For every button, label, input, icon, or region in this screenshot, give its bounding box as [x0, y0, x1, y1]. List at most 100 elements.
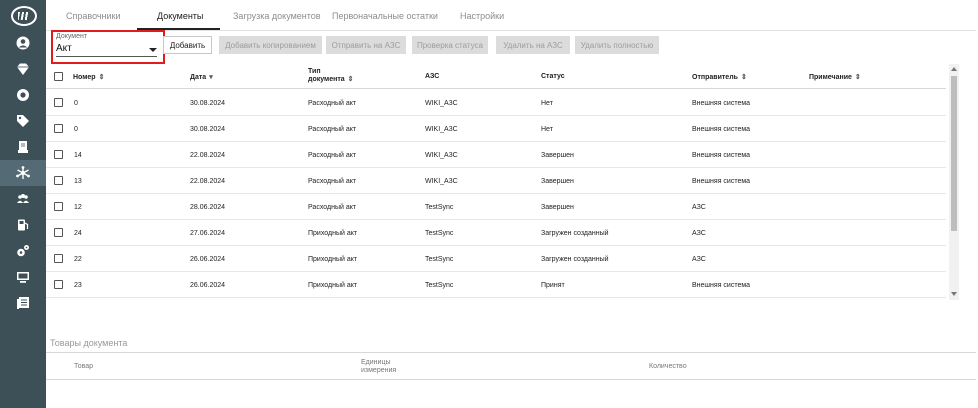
tag-icon[interactable]	[0, 108, 46, 134]
cell-date: 26.06.2024	[190, 256, 226, 263]
column-header-date[interactable]: Дата ▾	[190, 73, 213, 81]
row-checkbox[interactable]	[54, 228, 63, 237]
cell-status: Загружен созданный	[541, 256, 609, 263]
row-checkbox[interactable]	[54, 124, 63, 133]
printer-icon[interactable]	[0, 134, 46, 160]
cell-number: 12	[74, 204, 82, 211]
cell-azs: WIKI_A3C	[425, 178, 458, 185]
goods-column-unit: Единицы измерения	[361, 359, 397, 374]
check-status-button[interactable]: Проверка статуса	[412, 36, 488, 54]
cell-azs: TestSync	[425, 230, 454, 237]
cell-doc-type: Расходный акт	[308, 152, 357, 159]
sort-icon[interactable]: ⇕	[741, 74, 747, 81]
table-row[interactable]: 13 22.08.2024 Расходный акт WIKI_A3C Зав…	[46, 168, 946, 194]
table-row[interactable]: 0 30.08.2024 Расходный акт WIKI_A3C Нет …	[46, 90, 946, 116]
column-header-note[interactable]: Примечание ⇕	[809, 73, 861, 81]
cell-status: Завершен	[541, 152, 574, 159]
table-row[interactable]: 12 28.06.2024 Расходный акт TestSync Зав…	[46, 194, 946, 220]
tab-document-upload[interactable]: Загрузка документов	[233, 11, 321, 21]
row-checkbox[interactable]	[54, 176, 63, 185]
cell-doc-type: Расходный акт	[308, 178, 357, 185]
goods-table-header: Товар Единицы измерения Количество	[46, 352, 976, 380]
add-button[interactable]: Добавить	[163, 36, 212, 54]
column-header-doc-type[interactable]: Тип документа ⇕	[308, 68, 354, 84]
cell-status: Принят	[541, 282, 565, 289]
select-all-checkbox[interactable]	[54, 72, 63, 81]
documents-icon[interactable]	[0, 290, 46, 316]
row-checkbox[interactable]	[54, 280, 63, 289]
document-type-select[interactable]: Документ Акт	[51, 30, 165, 64]
delete-on-azs-button[interactable]: Удалить на АЗС	[496, 36, 570, 54]
cell-sender: Внешняя система	[692, 126, 751, 133]
cell-date: 30.08.2024	[190, 126, 226, 133]
goods-section-title: Товары документа	[50, 338, 128, 348]
cell-doc-type: Приходный акт	[308, 256, 358, 263]
user-circle-icon[interactable]	[0, 30, 46, 56]
table-row[interactable]: 22 26.06.2024 Приходный акт TestSync Заг…	[46, 246, 946, 272]
scroll-down-icon[interactable]	[951, 292, 957, 296]
row-checkbox[interactable]	[54, 150, 63, 159]
cell-doc-type: Приходный акт	[308, 230, 358, 237]
scroll-up-icon[interactable]	[951, 67, 957, 71]
table-row[interactable]: 14 22.08.2024 Расходный акт WIKI_A3C Зав…	[46, 142, 946, 168]
select-underline	[56, 56, 157, 57]
diamond-icon[interactable]	[0, 56, 46, 82]
tab-settings[interactable]: Настройки	[460, 11, 504, 21]
column-header-number[interactable]: Номер ⇕	[73, 73, 104, 81]
table-row[interactable]: 24 27.06.2024 Приходный акт TestSync Заг…	[46, 220, 946, 246]
cell-date: 22.08.2024	[190, 152, 226, 159]
tab-reference-books[interactable]: Справочники	[66, 11, 121, 21]
column-header-azs: АЗС	[425, 73, 440, 80]
cell-sender: Внешняя система	[692, 100, 751, 107]
row-checkbox[interactable]	[54, 98, 63, 107]
logo-icon[interactable]	[11, 6, 37, 26]
column-header-sender[interactable]: Отправитель ⇕	[692, 73, 747, 81]
monitor-icon[interactable]	[0, 264, 46, 290]
table-scrollbar[interactable]	[949, 64, 959, 300]
cell-doc-type: Приходный акт	[308, 282, 358, 289]
sidebar	[0, 0, 46, 408]
delete-completely-button[interactable]: Удалить полностью	[575, 36, 659, 54]
fuel-pump-icon[interactable]	[0, 212, 46, 238]
gears-icon[interactable]	[0, 238, 46, 264]
users-icon[interactable]	[0, 186, 46, 212]
tab-documents[interactable]: Документы	[157, 11, 203, 21]
column-header-status: Статус	[541, 73, 565, 80]
send-to-azs-button[interactable]: Отправить на АЗС	[326, 36, 406, 54]
cell-date: 27.06.2024	[190, 230, 226, 237]
sort-icon[interactable]: ⇕	[855, 74, 861, 81]
lifebuoy-icon[interactable]	[0, 82, 46, 108]
cell-doc-type: Расходный акт	[308, 100, 357, 107]
cell-sender: АЗС	[692, 204, 706, 211]
cell-doc-type: Расходный акт	[308, 126, 357, 133]
sort-icon[interactable]: ⇕	[99, 74, 105, 81]
row-checkbox[interactable]	[54, 254, 63, 263]
row-checkbox[interactable]	[54, 202, 63, 211]
sort-down-icon[interactable]: ▾	[209, 74, 213, 81]
cell-date: 28.06.2024	[190, 204, 226, 211]
select-caption: Документ	[56, 33, 88, 40]
cell-number: 0	[74, 100, 78, 107]
sort-icon[interactable]: ⇕	[348, 76, 354, 83]
goods-column-product: Товар	[74, 363, 94, 370]
cell-status: Завершен	[541, 204, 574, 211]
cell-status: Загружен созданный	[541, 230, 609, 237]
cell-number: 13	[74, 178, 82, 185]
cell-azs: WIKI_A3C	[425, 152, 458, 159]
network-icon[interactable]	[0, 160, 46, 186]
cell-status: Нет	[541, 126, 553, 133]
goods-column-quantity: Количество	[649, 363, 687, 370]
cell-sender: АЗС	[692, 230, 706, 237]
table-row[interactable]: 23 26.06.2024 Приходный акт TestSync При…	[46, 272, 946, 298]
cell-doc-type: Расходный акт	[308, 204, 357, 211]
scrollbar-thumb[interactable]	[951, 76, 957, 231]
cell-number: 24	[74, 230, 82, 237]
table-row[interactable]: 0 30.08.2024 Расходный акт WIKI_A3C Нет …	[46, 116, 946, 142]
tab-initial-balances[interactable]: Первоначальные остатки	[332, 11, 438, 21]
cell-azs: WIKI_A3C	[425, 126, 458, 133]
table-header: Номер ⇕ Дата ▾ Тип документа ⇕ АЗС Статус От…	[46, 64, 946, 89]
add-copy-button[interactable]: Добавить копированием	[219, 36, 322, 54]
cell-date: 30.08.2024	[190, 100, 226, 107]
chevron-down-icon[interactable]	[149, 48, 157, 52]
cell-azs: TestSync	[425, 204, 454, 211]
